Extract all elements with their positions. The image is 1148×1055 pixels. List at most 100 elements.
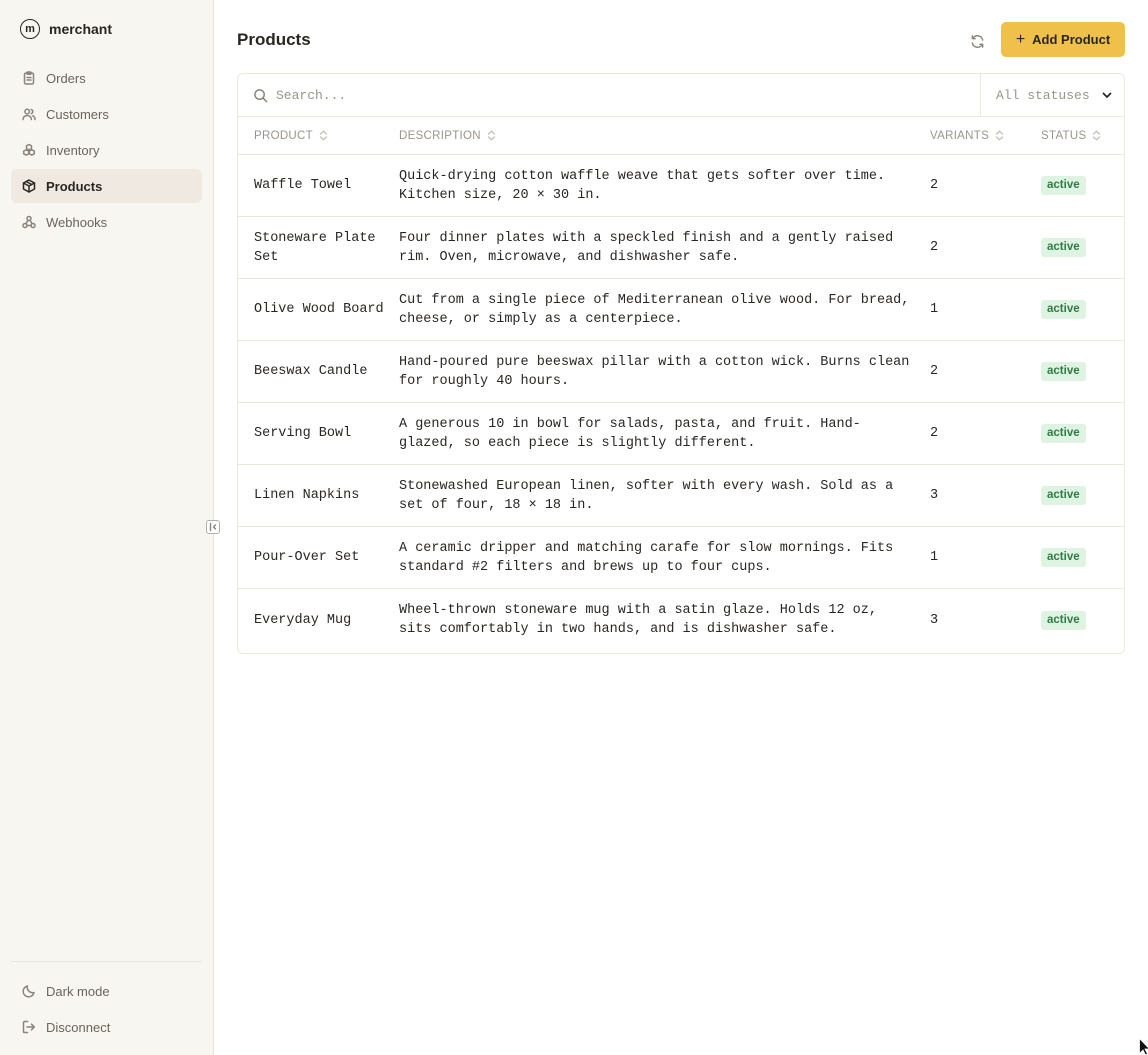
sort-icon — [1093, 130, 1101, 141]
merchant-logo-icon: m — [20, 19, 40, 39]
sidebar-footer: Dark mode Disconnect — [11, 961, 202, 1046]
status-badge: active — [1041, 548, 1086, 567]
status-cell: active — [1041, 176, 1124, 195]
product-name: Everyday Mug — [254, 612, 352, 628]
status-badge: active — [1041, 176, 1086, 195]
search-icon — [254, 88, 268, 102]
sidebar-item-inventory[interactable]: Inventory — [11, 133, 202, 167]
collapse-sidebar-icon — [209, 522, 217, 532]
sidebar: m merchant Orders Customers Inventory Pr… — [0, 0, 214, 1055]
status-cell: active — [1041, 238, 1124, 257]
product-name: Stoneware Plate Set — [254, 230, 376, 265]
clipboard-icon — [22, 71, 36, 85]
product-name: Olive Wood Board — [254, 302, 384, 317]
search-input[interactable] — [276, 87, 876, 103]
product-name: Serving Bowl — [254, 426, 352, 441]
sidebar-item-orders[interactable]: Orders — [11, 61, 202, 95]
table-body: Waffle Towel Quick-drying cotton waffle … — [238, 155, 1124, 651]
product-description: Hand-poured pure beeswax pillar with a c… — [399, 354, 910, 389]
sidebar-item-customers[interactable]: Customers — [11, 97, 202, 131]
sidebar-item-label: Webhooks — [46, 214, 108, 230]
sort-icon — [319, 130, 328, 141]
sidebar-item-label: Inventory — [46, 142, 100, 158]
product-description: A ceramic dripper and matching carafe fo… — [399, 540, 894, 575]
table-row[interactable]: Beeswax Candle Hand-poured pure beeswax … — [238, 341, 1124, 403]
variant-count: 3 — [930, 612, 939, 628]
product-name: Waffle Towel — [254, 178, 352, 193]
status-badge: active — [1041, 362, 1086, 381]
add-product-button[interactable]: + Add Product — [1001, 22, 1125, 57]
table-row[interactable]: Olive Wood Board Cut from a single piece… — [238, 279, 1124, 341]
status-badge: active — [1041, 486, 1086, 505]
column-header-label: DESCRIPTION — [399, 129, 481, 142]
sidebar-item-label: Orders — [46, 70, 86, 86]
sidebar-collapse-button[interactable] — [206, 520, 220, 534]
brand-name: merchant — [49, 21, 113, 37]
refresh-button[interactable] — [966, 30, 988, 52]
product-description: Quick-drying cotton waffle weave that ge… — [399, 168, 886, 203]
product-description: Stonewashed European linen, softer with … — [399, 478, 894, 513]
status-badge: active — [1041, 238, 1086, 257]
table-row[interactable]: Stoneware Plate Set Four dinner plates w… — [238, 217, 1124, 279]
chevron-down-icon — [1102, 92, 1112, 98]
disconnect-label: Disconnect — [46, 1019, 111, 1035]
product-name: Beeswax Candle — [254, 364, 368, 379]
column-header-status[interactable]: STATUS — [1041, 130, 1124, 142]
boxes-icon — [22, 143, 36, 157]
sidebar-item-products[interactable]: Products — [11, 169, 202, 203]
product-description: Cut from a single piece of Mediterranean… — [399, 292, 910, 327]
column-header-label: STATUS — [1041, 129, 1087, 142]
mouse-cursor-icon — [1139, 1038, 1148, 1055]
table-row[interactable]: Linen Napkins Stonewashed European linen… — [238, 465, 1124, 527]
dark-mode-toggle[interactable]: Dark mode — [11, 974, 202, 1008]
variant-count: 2 — [930, 364, 939, 379]
table-row[interactable]: Pour-Over Set A ceramic dripper and matc… — [238, 527, 1124, 589]
table-row[interactable]: Serving Bowl A generous 10 in bowl for s… — [238, 403, 1124, 465]
variant-count: 1 — [930, 550, 939, 565]
column-header-label: VARIANTS — [930, 129, 990, 142]
product-name: Linen Napkins — [254, 488, 360, 503]
status-cell: active — [1041, 486, 1124, 505]
plus-icon: + — [1015, 30, 1026, 48]
column-header-variants[interactable]: VARIANTS — [930, 130, 1041, 142]
variant-count: 1 — [930, 302, 939, 317]
brand[interactable]: m merchant — [20, 18, 112, 40]
product-name: Pour-Over Set — [254, 550, 360, 565]
status-cell: active — [1041, 362, 1124, 381]
product-description: A generous 10 in bowl for salads, pasta,… — [399, 416, 861, 451]
status-cell: active — [1041, 548, 1124, 567]
column-header-label: PRODUCT — [254, 129, 313, 142]
product-description: Four dinner plates with a speckled finis… — [399, 230, 894, 265]
sidebar-item-label: Customers — [46, 106, 109, 122]
table-toolbar: All statuses — [238, 74, 1124, 117]
variant-count: 2 — [930, 240, 939, 255]
status-filter-value: All statuses — [996, 87, 1090, 103]
search-box[interactable] — [238, 74, 981, 116]
moon-icon — [22, 984, 36, 998]
product-description: Wheel-thrown stoneware mug with a satin … — [399, 603, 877, 637]
sort-icon — [995, 130, 1004, 141]
webhook-icon — [22, 215, 36, 229]
table-row[interactable]: Waffle Towel Quick-drying cotton waffle … — [238, 155, 1124, 217]
status-badge: active — [1041, 424, 1086, 443]
status-badge: active — [1041, 300, 1086, 319]
products-table-card: All statuses PRODUCT DESCRIPTION VARIANT… — [237, 73, 1125, 654]
table-header: PRODUCT DESCRIPTION VARIANTS STATUS — [238, 117, 1124, 155]
status-cell: active — [1041, 424, 1124, 443]
status-cell: active — [1041, 610, 1124, 630]
disconnect-button[interactable]: Disconnect — [11, 1010, 202, 1044]
table-row[interactable]: Everyday Mug Wheel-thrown stoneware mug … — [238, 589, 1124, 651]
refresh-icon — [971, 34, 983, 48]
column-header-description[interactable]: DESCRIPTION — [399, 130, 930, 142]
status-badge: active — [1041, 610, 1086, 630]
variant-count: 3 — [930, 488, 939, 503]
column-header-product[interactable]: PRODUCT — [238, 130, 399, 142]
sidebar-item-label: Products — [46, 178, 103, 194]
users-icon — [22, 107, 36, 121]
variant-count: 2 — [930, 178, 939, 193]
sidebar-item-webhooks[interactable]: Webhooks — [11, 205, 202, 239]
dark-mode-label: Dark mode — [46, 983, 110, 999]
logout-icon — [22, 1020, 36, 1034]
status-cell: active — [1041, 300, 1124, 319]
status-filter-select[interactable]: All statuses — [981, 74, 1124, 116]
